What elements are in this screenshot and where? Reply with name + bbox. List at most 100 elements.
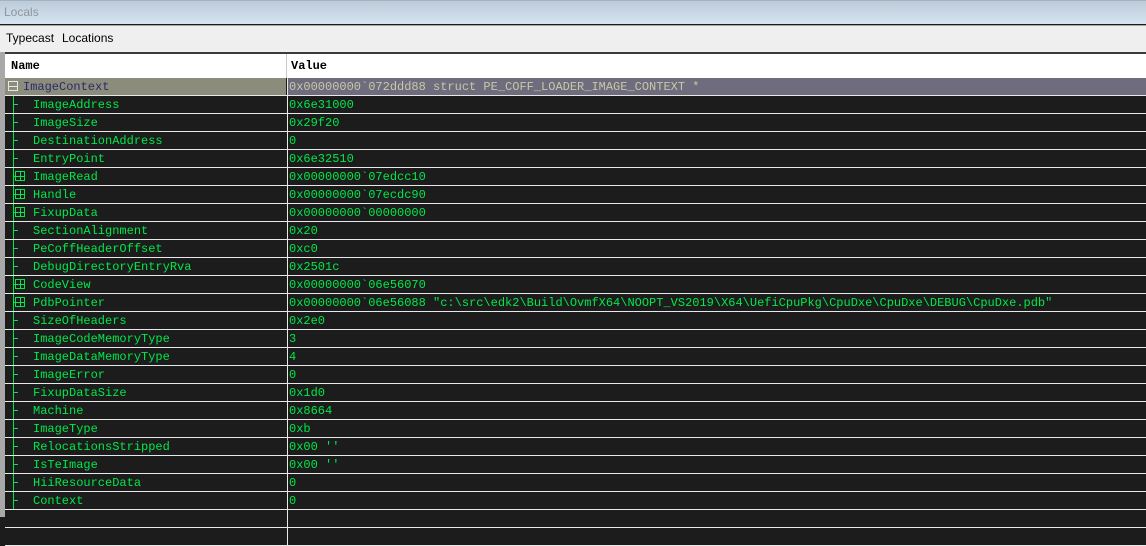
- row-value: 0x8664: [289, 404, 332, 418]
- expand-icon[interactable]: [15, 279, 25, 289]
- row-name-cell: [5, 528, 286, 545]
- locations-menu[interactable]: Locations: [62, 31, 113, 45]
- row-value-cell[interactable]: 0xc0: [287, 240, 1146, 257]
- row-name-cell: ImageContext: [5, 78, 286, 95]
- expand-icon[interactable]: [15, 297, 25, 307]
- row-value-cell[interactable]: 0x2e0: [287, 312, 1146, 329]
- row-value: 0x20: [289, 224, 318, 238]
- empty-row: [5, 528, 1146, 546]
- row-value-cell: [287, 528, 1146, 545]
- row-value-cell[interactable]: 0x00 '': [287, 456, 1146, 473]
- row-name-cell: RelocationsStripped: [5, 438, 286, 455]
- collapse-icon[interactable]: [8, 81, 18, 91]
- table-row[interactable]: CodeView0x00000000`06e56070: [5, 276, 1146, 294]
- row-value-cell[interactable]: 0x00000000`07edcc10: [287, 168, 1146, 185]
- row-value-cell[interactable]: 0x2501c: [287, 258, 1146, 275]
- table-row[interactable]: ImageType 0xb: [5, 420, 1146, 438]
- row-value-cell[interactable]: 4: [287, 348, 1146, 365]
- row-name: PdbPointer: [33, 296, 105, 310]
- expand-icon[interactable]: [15, 189, 25, 199]
- row-name: ImageContext: [23, 80, 109, 94]
- table-header: Name Value: [5, 54, 1146, 78]
- row-value: 0x00000000`07edcc10: [289, 170, 426, 184]
- row-value-cell[interactable]: 0: [287, 492, 1146, 509]
- row-value-cell[interactable]: 0x1d0: [287, 384, 1146, 401]
- table-row[interactable]: HiiResourceData0: [5, 474, 1146, 492]
- row-value: 0x6e32510: [289, 152, 354, 166]
- table-row[interactable]: Machine0x8664: [5, 402, 1146, 420]
- tree-branch: [13, 374, 18, 375]
- table-row[interactable]: IsTeImage0x00 '': [5, 456, 1146, 474]
- row-value: 0: [289, 368, 296, 382]
- table-row[interactable]: Handle 0x00000000`07ecdc90: [5, 186, 1146, 204]
- window-title: Locals: [4, 5, 39, 19]
- table-row[interactable]: PdbPointer 0x00000000`06e56088 "c:\src\ed…: [5, 294, 1146, 312]
- row-value-cell[interactable]: 0x00 '': [287, 438, 1146, 455]
- table-row[interactable]: FixupDataSize0x1d0: [5, 384, 1146, 402]
- row-value: 0x00 '': [289, 440, 339, 454]
- table-row[interactable]: PeCoffHeaderOffset 0xc0: [5, 240, 1146, 258]
- expand-icon[interactable]: [15, 171, 25, 181]
- row-value-cell[interactable]: 0x6e32510: [287, 150, 1146, 167]
- table-row[interactable]: SizeOfHeaders 0x2e0: [5, 312, 1146, 330]
- row-value: 0x29f20: [289, 116, 339, 130]
- row-value: 0x1d0: [289, 386, 325, 400]
- table-row[interactable]: Context0: [5, 492, 1146, 510]
- locals-table: Name Value ImageContext 0x00000000`072dd…: [5, 52, 1146, 517]
- table-row[interactable]: ImageDataMemoryType 4: [5, 348, 1146, 366]
- table-row[interactable]: EntryPoint 0x6e32510: [5, 150, 1146, 168]
- row-name-cell: PeCoffHeaderOffset: [5, 240, 286, 257]
- row-value-cell[interactable]: 0x00000000`06e56088 "c:\src\edk2\Build\O…: [287, 294, 1146, 311]
- row-value-cell[interactable]: 0x00000000`00000000: [287, 204, 1146, 221]
- row-name-cell: PdbPointer: [5, 294, 286, 311]
- table-row[interactable]: RelocationsStripped0x00 '': [5, 438, 1146, 456]
- row-value-cell[interactable]: 0x6e31000: [287, 96, 1146, 113]
- table-row-root[interactable]: ImageContext 0x00000000`072ddd88 struct …: [5, 78, 1146, 96]
- table-row[interactable]: DestinationAddress0: [5, 132, 1146, 150]
- row-name-cell: ImageType: [5, 420, 286, 437]
- column-resize-handle[interactable]: [286, 54, 287, 78]
- row-value-cell[interactable]: 0x29f20: [287, 114, 1146, 131]
- row-value: 0x2e0: [289, 314, 325, 328]
- row-value-cell[interactable]: 0: [287, 132, 1146, 149]
- table-row[interactable]: ImageCodeMemoryType3: [5, 330, 1146, 348]
- row-name-cell: Machine: [5, 402, 286, 419]
- tree-branch: [13, 248, 18, 249]
- row-value: 0x00000000`00000000: [289, 206, 426, 220]
- row-name-cell: HiiResourceData: [5, 474, 286, 491]
- row-name: ImageType: [33, 422, 98, 436]
- column-header-value[interactable]: Value: [291, 59, 327, 73]
- row-value-cell[interactable]: 3: [287, 330, 1146, 347]
- tree-branch: [13, 104, 18, 105]
- table-row[interactable]: FixupData0x00000000`00000000: [5, 204, 1146, 222]
- table-row[interactable]: ImageError0: [5, 366, 1146, 384]
- tree-branch: [13, 446, 18, 447]
- row-value-cell[interactable]: 0x00000000`07ecdc90: [287, 186, 1146, 203]
- row-value-cell[interactable]: 0xb: [287, 420, 1146, 437]
- row-name: SizeOfHeaders: [33, 314, 127, 328]
- row-value-cell[interactable]: 0: [287, 366, 1146, 383]
- expand-icon[interactable]: [15, 207, 25, 217]
- table-row[interactable]: DebugDirectoryEntryRva0x2501c: [5, 258, 1146, 276]
- row-value-cell[interactable]: 0x20: [287, 222, 1146, 239]
- tree-branch: [13, 410, 18, 411]
- row-name-cell: DebugDirectoryEntryRva: [5, 258, 286, 275]
- table-row[interactable]: ImageRead0x00000000`07edcc10: [5, 168, 1146, 186]
- row-value-cell[interactable]: 0: [287, 474, 1146, 491]
- typecast-menu[interactable]: Typecast: [6, 31, 54, 45]
- tree-branch: [13, 266, 18, 267]
- row-name-cell: ImageError: [5, 366, 286, 383]
- table-body: ImageContext 0x00000000`072ddd88 struct …: [5, 78, 1146, 546]
- row-name: ImageDataMemoryType: [33, 350, 170, 364]
- row-name: PeCoffHeaderOffset: [33, 242, 163, 256]
- table-row[interactable]: ImageSize0x29f20: [5, 114, 1146, 132]
- column-header-name[interactable]: Name: [11, 59, 40, 73]
- table-row[interactable]: ImageAddress0x6e31000: [5, 96, 1146, 114]
- row-name: Handle: [33, 188, 76, 202]
- row-value-cell[interactable]: 0x00000000`072ddd88 struct PE_COFF_LOADE…: [287, 78, 1146, 95]
- row-value-cell[interactable]: 0x00000000`06e56070: [287, 276, 1146, 293]
- row-value-cell[interactable]: 0x8664: [287, 402, 1146, 419]
- row-name: EntryPoint: [33, 152, 105, 166]
- row-value: 0x2501c: [289, 260, 339, 274]
- table-row[interactable]: SectionAlignment0x20: [5, 222, 1146, 240]
